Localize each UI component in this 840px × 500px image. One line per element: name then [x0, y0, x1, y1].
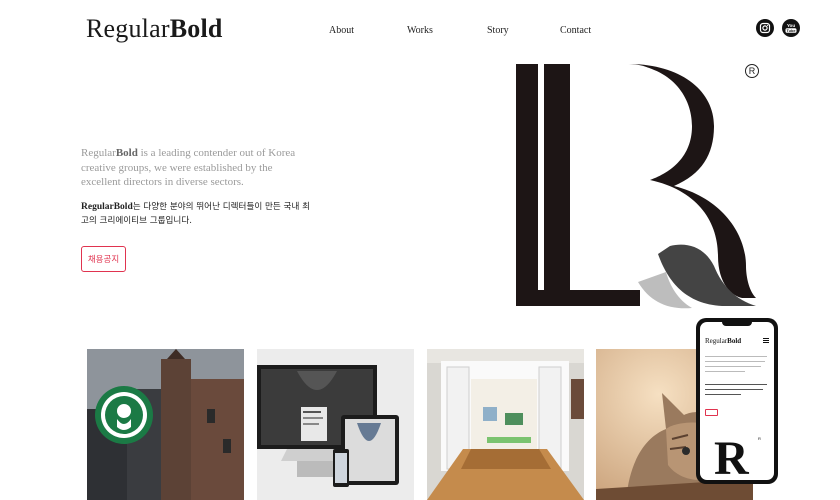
- nav-item-story[interactable]: Story: [487, 25, 509, 36]
- nav-item-contact[interactable]: Contact: [560, 25, 591, 36]
- mobile-logo-regular: Regular: [705, 337, 728, 345]
- mobile-text-line: [705, 371, 745, 372]
- mobile-text-line: [705, 361, 765, 362]
- recruit-button[interactable]: 채용공지: [81, 246, 126, 272]
- work-card-interior[interactable]: [427, 349, 584, 500]
- nav-item-works[interactable]: Works: [407, 25, 433, 36]
- instagram-icon: [759, 22, 771, 34]
- intro-english: RegularBold is a leading contender out o…: [81, 146, 311, 190]
- devices-mockup-image: [257, 349, 414, 500]
- intro-ko-brand-regular: Regular: [81, 202, 114, 212]
- mobile-logo-bold: Bold: [727, 337, 742, 345]
- mobile-text-line: [705, 366, 761, 367]
- mobile-text-line: [705, 394, 741, 395]
- intro-korean: RegularBold는 다양한 분야의 뛰어난 디렉터들이 만든 국내 최고의…: [81, 201, 316, 228]
- mobile-text-line: [705, 356, 767, 357]
- mobile-preview: RegularBold R R: [696, 318, 778, 484]
- starbucks-image: [87, 349, 244, 500]
- youtube-link[interactable]: You Tube: [782, 19, 800, 37]
- work-card-devices[interactable]: [257, 349, 414, 500]
- mobile-text-line: [705, 389, 763, 390]
- interior-image: [427, 349, 584, 500]
- mobile-preview-screen: RegularBold R R: [700, 322, 774, 480]
- mobile-logo: RegularBold: [705, 337, 741, 345]
- intro-ko-brand-bold: Bold: [113, 202, 133, 212]
- main-nav: About Works Story Contact: [0, 25, 840, 39]
- nav-item-about[interactable]: About: [329, 25, 354, 36]
- brand-mark-b: [516, 64, 756, 309]
- phone-notch: [722, 322, 752, 326]
- work-card-starbucks[interactable]: [87, 349, 244, 500]
- mobile-text-line: [705, 384, 767, 385]
- intro-ko-brand: RegularBold: [81, 202, 133, 212]
- mobile-recruit-button: [705, 409, 718, 416]
- svg-text:Tube: Tube: [786, 28, 796, 33]
- registered-mark: R: [745, 64, 759, 78]
- youtube-icon: You Tube: [785, 23, 797, 33]
- hamburger-menu-icon: [763, 338, 769, 343]
- instagram-link[interactable]: [756, 19, 774, 37]
- intro-brand-regular: Regular: [81, 147, 116, 159]
- intro-brand-bold: Bold: [115, 147, 138, 159]
- mobile-brand-mark: R: [714, 432, 749, 481]
- mobile-registered-mark: R: [758, 436, 761, 441]
